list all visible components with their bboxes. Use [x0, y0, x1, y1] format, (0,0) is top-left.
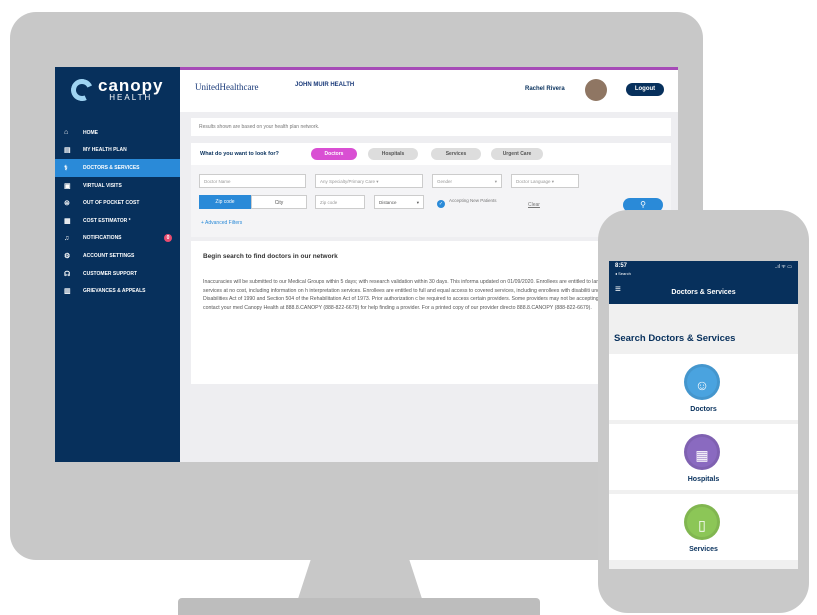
specialty-select[interactable]: Any Specialty/Primary Care ▾	[315, 174, 423, 188]
city-tab[interactable]: City	[251, 195, 307, 209]
tab-services[interactable]: Services	[431, 148, 481, 160]
sidebar: canopy HEALTH ⌂ HOME ▤ MY HEALTH PLAN ⚕ DOC…	[55, 67, 180, 462]
results-heading: Begin search to find doctors in our netw…	[203, 253, 338, 260]
doctors-label: Doctors	[690, 406, 717, 413]
category-bar: What do you want to look for? Doctors Ho…	[191, 143, 671, 165]
hospital-icon: ▦	[684, 434, 720, 470]
services-label: Services	[689, 546, 718, 553]
search-question: What do you want to look for?	[200, 151, 279, 157]
gender-value: Gender	[437, 179, 453, 184]
sidebar-item-label: COST ESTIMATOR	[83, 217, 128, 224]
bell-icon: ♫	[64, 234, 70, 242]
sidebar-item-label: GRIEVANCES & APPEALS	[83, 288, 146, 295]
sidebar-item-label: HOME	[83, 129, 98, 136]
sidebar-item-label: NOTIFICATIONS	[83, 235, 122, 242]
brand-name: canopy	[98, 76, 164, 95]
chevron-down-icon: ▾	[376, 179, 379, 184]
advanced-filters-link[interactable]: + Advanced Filters	[201, 220, 242, 226]
phone-title: Doctors & Services	[671, 289, 736, 296]
language-value: Doctor Language	[516, 179, 551, 184]
avatar[interactable]	[585, 79, 607, 101]
services-tile[interactable]: ▯ Services	[609, 494, 798, 560]
clipboard-icon: ▥	[64, 288, 71, 296]
canopy-logo-icon	[67, 75, 97, 105]
gender-select[interactable]: Gender ▾	[432, 174, 502, 188]
new-marker: *	[128, 217, 131, 224]
sidebar-item-out-of-pocket[interactable]: ⊜ OUT OF POCKET COST	[55, 194, 180, 212]
sidebar-item-label: VIRTUAL VISITS	[83, 182, 122, 189]
tab-urgent-care[interactable]: Urgent Care	[491, 148, 543, 160]
canopy-logo[interactable]: canopy HEALTH	[67, 75, 164, 105]
doctor-icon: ☺	[684, 364, 720, 400]
sidebar-item-label: OUT OF POCKET COST	[83, 200, 140, 207]
home-icon: ⌂	[64, 129, 69, 137]
distance-select[interactable]: Distance ▾	[374, 195, 424, 209]
zip-code-tab[interactable]: Zip code	[199, 195, 251, 209]
clipboard-icon: ▯	[684, 504, 720, 540]
language-select[interactable]: Doctor Language ▾	[511, 174, 579, 188]
chevron-down-icon: ▾	[551, 179, 555, 184]
back-to-search[interactable]: ◂ Search	[615, 271, 631, 276]
logout-button[interactable]: Logout	[626, 83, 664, 96]
unitedhealthcare-logo: UnitedHealthcare	[195, 82, 259, 92]
monitor-base	[178, 598, 540, 615]
desktop-screen: UnitedHealthcare JOHN MUIR HEALTH Rachel…	[55, 67, 678, 462]
tab-doctors[interactable]: Doctors	[311, 148, 357, 160]
disclaimer-text: Inaccuracies will be submitted to our Me…	[203, 279, 650, 311]
tab-hospitals[interactable]: Hospitals	[368, 148, 418, 160]
hospitals-tile[interactable]: ▦ Hospitals	[609, 424, 798, 490]
doctor-name-field[interactable]: Doctor Name	[199, 174, 306, 188]
doctors-tile[interactable]: ☺ Doctors	[609, 354, 798, 420]
sidebar-item-label: DOCTORS & SERVICES	[83, 164, 140, 171]
sidebar-item-label: CUSTOMER SUPPORT	[83, 270, 138, 277]
document-icon: ▤	[64, 147, 71, 155]
calculator-icon: ▦	[64, 217, 71, 225]
video-icon: ▣	[64, 182, 71, 190]
notification-badge: 0	[164, 234, 172, 243]
phone-time: 8:57	[615, 263, 628, 269]
dollar-icon: ⊜	[64, 200, 70, 208]
sidebar-item-home[interactable]: ⌂ HOME	[55, 124, 180, 142]
sidebar-item-doctors-services[interactable]: ⚕ DOCTORS & SERVICES	[55, 159, 180, 177]
sidebar-item-customer-support[interactable]: ☊ CUSTOMER SUPPORT	[55, 265, 180, 283]
specialty-value: Any Specialty/Primary Care	[320, 179, 376, 184]
search-icon: ⚲	[640, 200, 646, 209]
headset-icon: ☊	[64, 270, 71, 278]
network-notice: Results shown are based on your health p…	[191, 118, 671, 136]
search-filters: Doctor Name Any Specialty/Primary Care ▾…	[191, 165, 671, 237]
chevron-down-icon: ▾	[494, 179, 497, 184]
hospitals-label: Hospitals	[687, 476, 720, 483]
gear-icon: ⚙	[64, 252, 71, 260]
phone-header: 8:57 ◂ Search ..ıl ᯤ ▭ ≡ Doctors & Servi…	[609, 261, 798, 304]
sidebar-item-cost-estimator[interactable]: ▦ COST ESTIMATOR *	[55, 212, 180, 230]
sidebar-item-label: MY HEALTH PLAN	[83, 147, 127, 154]
john-muir-logo: JOHN MUIR HEALTH	[295, 82, 355, 88]
sidebar-item-virtual-visits[interactable]: ▣ VIRTUAL VISITS	[55, 177, 180, 195]
mobile-phone: 8:57 ◂ Search ..ıl ᯤ ▭ ≡ Doctors & Servi…	[598, 210, 809, 613]
zip-code-input[interactable]: Zip code	[315, 195, 365, 209]
accepting-checkbox[interactable]: ✓	[437, 200, 445, 208]
chevron-down-icon: ▾	[416, 200, 419, 205]
sidebar-item-grievances[interactable]: ▥ GRIEVANCES & APPEALS	[55, 282, 180, 300]
sidebar-item-notifications[interactable]: ♫ NOTIFICATIONS 0	[55, 230, 180, 248]
sidebar-nav: ⌂ HOME ▤ MY HEALTH PLAN ⚕ DOCTORS & SERVICE…	[55, 124, 180, 300]
phone-screen: 8:57 ◂ Search ..ıl ᯤ ▭ ≡ Doctors & Servi…	[609, 261, 798, 569]
sidebar-item-health-plan[interactable]: ▤ MY HEALTH PLAN	[55, 142, 180, 160]
stethoscope-icon: ⚕	[64, 164, 68, 172]
distance-value: Distance	[379, 200, 397, 205]
clear-link[interactable]: Clear	[528, 202, 540, 208]
sidebar-item-label: ACCOUNT SETTINGS	[83, 252, 135, 259]
phone-section-title: Search Doctors & Services	[609, 304, 798, 352]
accepting-label: Accepting New Patients	[449, 198, 497, 203]
user-name: Rachel Rivera	[525, 86, 565, 92]
sidebar-item-account-settings[interactable]: ⚙ ACCOUNT SETTINGS	[55, 247, 180, 265]
status-icons: ..ıl ᯤ ▭	[774, 264, 792, 270]
